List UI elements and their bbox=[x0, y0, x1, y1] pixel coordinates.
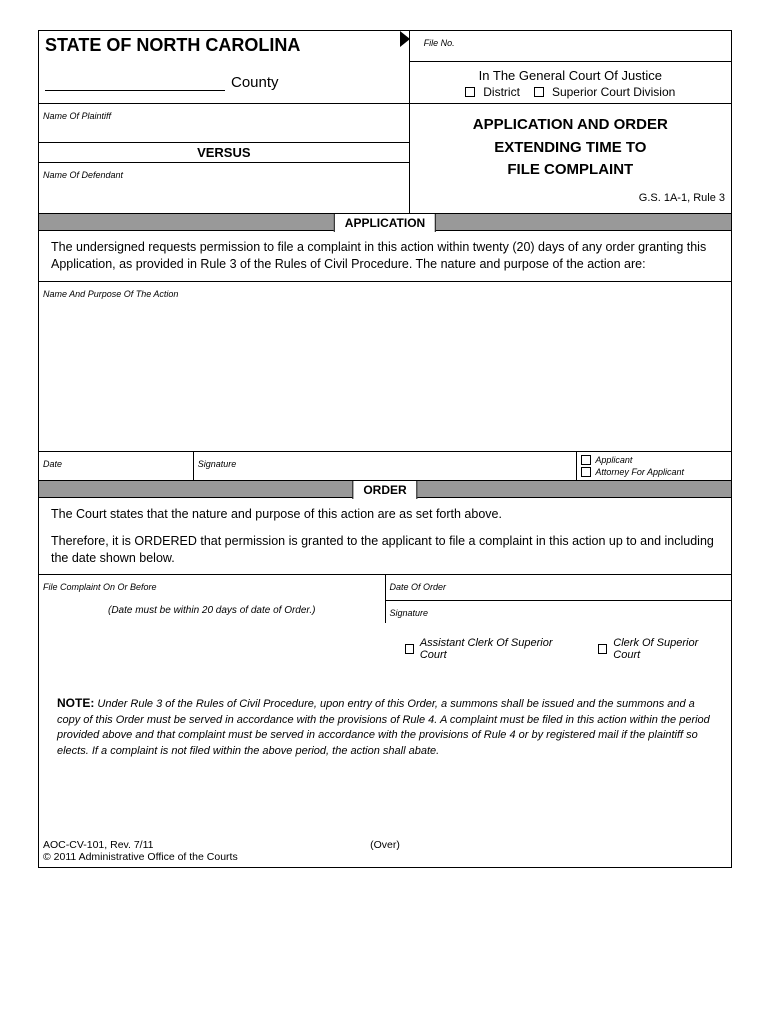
order-body-1: The Court states that the nature and pur… bbox=[51, 506, 719, 523]
title-line-3: FILE COMPLAINT bbox=[414, 159, 727, 182]
versus-label: VERSUS bbox=[39, 142, 409, 163]
title-line-2: EXTENDING TIME TO bbox=[414, 137, 727, 160]
attorney-checkbox[interactable] bbox=[581, 467, 591, 477]
attorney-label: Attorney For Applicant bbox=[595, 467, 684, 477]
app-date-box[interactable]: Date bbox=[39, 452, 194, 480]
note-block: NOTE: Under Rule 3 of the Rules of Civil… bbox=[39, 675, 731, 799]
title-line-1: APPLICATION AND ORDER bbox=[414, 114, 727, 137]
order-body: The Court states that the nature and pur… bbox=[39, 498, 731, 575]
order-signature-label: Signature bbox=[390, 608, 429, 618]
order-signature-box[interactable]: Signature bbox=[386, 601, 732, 623]
order-section-label: ORDER bbox=[352, 481, 417, 499]
file-no-box[interactable]: File No. bbox=[410, 31, 731, 62]
app-signature-label: Signature bbox=[198, 459, 237, 469]
date-hint: (Date must be within 20 days of date of … bbox=[39, 601, 385, 620]
file-no-label: File No. bbox=[424, 38, 455, 48]
application-section-label: APPLICATION bbox=[334, 214, 436, 232]
asst-clerk-label: Assistant Clerk Of Superior Court bbox=[420, 637, 559, 661]
date-order-label: Date Of Order bbox=[390, 582, 447, 592]
form-title: APPLICATION AND ORDER EXTENDING TIME TO … bbox=[410, 104, 731, 192]
copyright: © 2011 Administrative Office of the Cour… bbox=[43, 851, 238, 863]
footer-left: AOC-CV-101, Rev. 7/11 © 2011 Administrat… bbox=[43, 839, 238, 863]
application-body-text: The undersigned requests permission to f… bbox=[39, 231, 731, 281]
arrow-right-icon bbox=[400, 31, 410, 47]
form-frame: STATE OF NORTH CAROLINA County File No. … bbox=[38, 30, 732, 868]
order-body-2: Therefore, it is ORDERED that permission… bbox=[51, 533, 719, 567]
district-checkbox[interactable] bbox=[465, 87, 475, 97]
state-title: STATE OF NORTH CAROLINA bbox=[39, 31, 409, 66]
applicant-checkbox[interactable] bbox=[581, 455, 591, 465]
superior-label: Superior Court Division bbox=[552, 85, 675, 99]
district-label: District bbox=[483, 85, 520, 99]
page: STATE OF NORTH CAROLINA County File No. … bbox=[0, 0, 770, 898]
form-id: AOC-CV-101, Rev. 7/11 bbox=[43, 839, 238, 851]
plaintiff-box[interactable]: Name Of Plaintiff bbox=[39, 104, 409, 142]
defendant-label: Name Of Defendant bbox=[43, 170, 123, 180]
superior-checkbox[interactable] bbox=[534, 87, 544, 97]
asst-clerk-checkbox[interactable] bbox=[405, 644, 414, 654]
file-before-label: File Complaint On Or Before bbox=[43, 582, 157, 592]
application-section-bar: APPLICATION bbox=[39, 213, 731, 231]
app-signature-box[interactable]: Signature bbox=[194, 452, 578, 480]
county-input[interactable] bbox=[45, 75, 225, 91]
clerk-label: Clerk Of Superior Court bbox=[613, 637, 711, 661]
court-title: In The General Court Of Justice bbox=[410, 62, 731, 83]
applicant-label: Applicant bbox=[595, 455, 632, 465]
name-purpose-box[interactable]: Name And Purpose Of The Action bbox=[39, 281, 731, 451]
order-section-bar: ORDER bbox=[39, 480, 731, 498]
date-order-box[interactable]: Date Of Order bbox=[386, 575, 732, 601]
file-before-box[interactable]: File Complaint On Or Before bbox=[39, 575, 385, 601]
note-text: Under Rule 3 of the Rules of Civil Proce… bbox=[57, 698, 710, 756]
note-label: NOTE: bbox=[57, 696, 94, 710]
plaintiff-label: Name Of Plaintiff bbox=[43, 111, 111, 121]
app-date-label: Date bbox=[43, 459, 62, 469]
defendant-box[interactable]: Name Of Defendant bbox=[39, 163, 409, 213]
county-line: County bbox=[39, 66, 409, 97]
name-purpose-label: Name And Purpose Of The Action bbox=[43, 289, 178, 299]
county-label: County bbox=[231, 74, 279, 91]
over-label: (Over) bbox=[370, 839, 400, 851]
gs-reference: G.S. 1A-1, Rule 3 bbox=[410, 192, 731, 206]
clerk-checkbox[interactable] bbox=[598, 644, 607, 654]
